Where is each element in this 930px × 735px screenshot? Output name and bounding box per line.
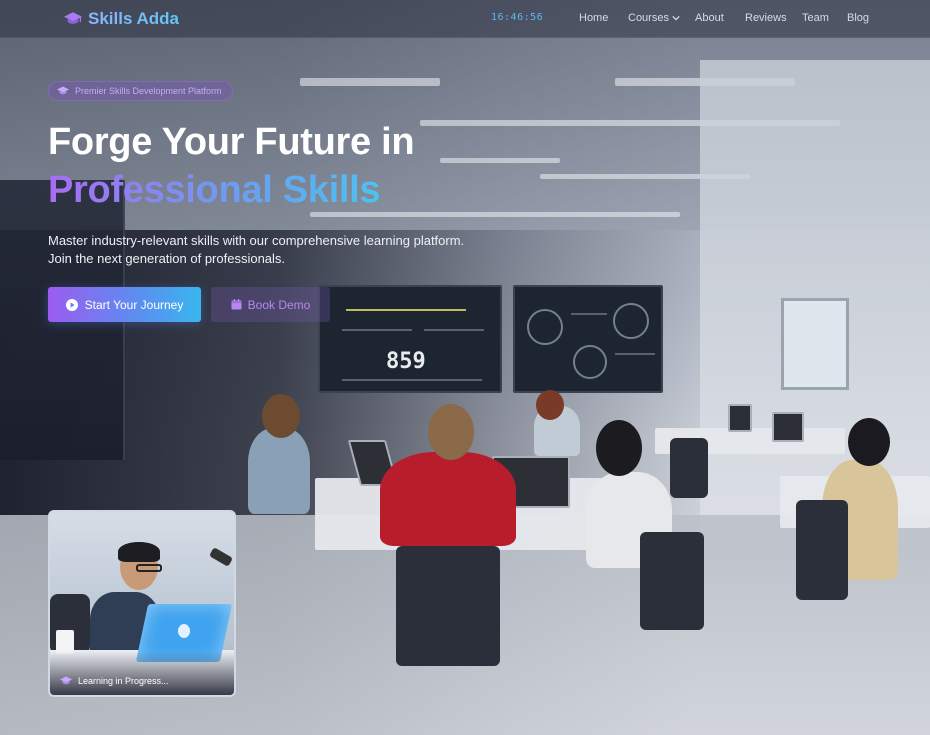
- hero-subtitle-line1: Master industry-relevant skills with our…: [48, 233, 465, 248]
- brand-name: Skills Adda: [88, 9, 180, 28]
- card-laptop-logo: [178, 624, 190, 638]
- classroom-chair: [670, 438, 708, 498]
- nav-link-about[interactable]: About: [695, 12, 724, 24]
- top-navbar: Skills Adda 16:46:56 Home Courses About …: [0, 0, 930, 38]
- card-student-glasses: [136, 564, 162, 572]
- book-demo-button[interactable]: Book Demo: [211, 287, 330, 322]
- student: [248, 428, 310, 514]
- hero-badge: Premier Skills Development Platform: [48, 81, 233, 101]
- nav-link-reviews[interactable]: Reviews: [745, 12, 787, 24]
- nav-link-team[interactable]: Team: [802, 12, 829, 24]
- student-head: [262, 394, 300, 438]
- student-head: [596, 420, 642, 476]
- brand-logo[interactable]: Skills Adda: [64, 9, 179, 29]
- classroom-display-left: 859: [318, 285, 502, 393]
- classroom-chair: [796, 500, 848, 600]
- learning-preview-card: Learning in Progress...: [48, 510, 236, 697]
- calendar-icon: [231, 299, 242, 310]
- card-overlay: [50, 651, 234, 695]
- hero-title-line1: Forge Your Future in: [48, 121, 415, 163]
- nav-link-courses[interactable]: Courses: [628, 12, 680, 24]
- ceiling-light: [440, 158, 560, 163]
- classroom-chair: [640, 532, 704, 630]
- ceiling-light: [310, 212, 680, 217]
- hero-subtitle-line2: Join the next generation of professional…: [48, 251, 286, 266]
- play-circle-icon: [65, 298, 78, 311]
- graduation-cap-icon: [64, 12, 82, 24]
- hero-title-line2: Professional Skills: [48, 169, 381, 211]
- card-student-hair-top: [118, 542, 160, 562]
- hero-badge-text: Premier Skills Development Platform: [75, 86, 222, 96]
- card-caption: Learning in Progress...: [60, 676, 169, 686]
- student-head: [848, 418, 890, 466]
- start-journey-button[interactable]: Start Your Journey: [48, 287, 201, 322]
- card-caption-text: Learning in Progress...: [78, 676, 169, 686]
- nav-link-courses-label: Courses: [628, 12, 669, 24]
- classroom-display-right: [513, 285, 663, 393]
- student-laptop: [772, 412, 804, 442]
- ceiling-light: [300, 78, 440, 86]
- graduation-cap-icon: [57, 86, 69, 95]
- start-journey-label: Start Your Journey: [84, 297, 184, 312]
- student-head: [536, 390, 564, 420]
- wall-map-poster: [781, 298, 849, 390]
- student: [380, 452, 516, 546]
- graduation-cap-icon: [60, 676, 72, 685]
- classroom-chair: [396, 546, 500, 666]
- hero-subtitle: Master industry-relevant skills with our…: [48, 232, 488, 268]
- student-laptop: [728, 404, 752, 432]
- chevron-down-icon: [672, 15, 680, 21]
- nav-link-home[interactable]: Home: [579, 12, 608, 24]
- book-demo-label: Book Demo: [247, 297, 311, 312]
- nav-link-blog[interactable]: Blog: [847, 12, 869, 24]
- student-head: [428, 404, 474, 460]
- live-clock: 16:46:56: [491, 12, 544, 23]
